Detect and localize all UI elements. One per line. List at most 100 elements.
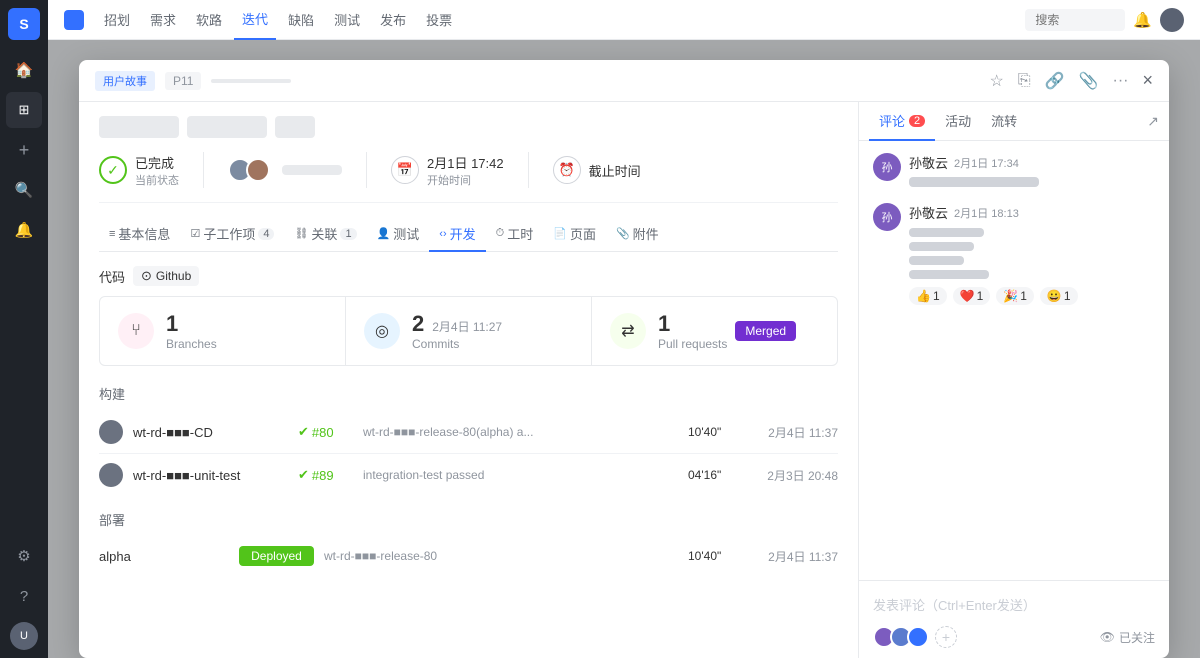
sidebar-item-add[interactable]: + — [6, 132, 42, 168]
tab-sub-tasks[interactable]: ☑ 子工作项 4 — [180, 217, 284, 252]
branch-number: 1 — [166, 311, 217, 337]
comment-count-badge: 2 — [909, 115, 925, 127]
tab-develop[interactable]: ‹› 开发 — [429, 217, 485, 252]
comment-author-1: 孙敬云 — [909, 153, 948, 172]
comment-time-1: 2月1日 17:34 — [954, 155, 1019, 171]
end-time-item: ⏰ 截止时间 — [553, 156, 641, 184]
comment-reactions: 👍1 ❤️1 🎉1 😀1 — [909, 287, 1155, 305]
build-section: 构建 wt-rd-■■■-CD ✔ #80 wt-rd-■■■-release-… — [99, 384, 838, 496]
share-icon[interactable]: ⎘ — [1018, 72, 1031, 90]
github-badge[interactable]: ⊙ Github — [133, 266, 199, 286]
build-time-2: 2月3日 20:48 — [748, 467, 838, 484]
comment-input[interactable]: 发表评论（Ctrl+Enter发送） — [873, 591, 1155, 618]
pr-number: 1 — [658, 311, 670, 336]
tab-basic-info[interactable]: ≡ 基本信息 — [99, 217, 180, 252]
right-tabs: 评论 2 活动 流转 ↗ — [859, 102, 1169, 141]
expand-icon[interactable]: ↗ — [1147, 113, 1159, 130]
status-sublabel: 当前状态 — [135, 172, 179, 188]
content-tabs: ≡ 基本信息 ☑ 子工作项 4 ⛓ 关联 1 👤 — [99, 217, 838, 252]
branch-icon: ⑂ — [118, 313, 154, 349]
start-time-value: 2月1日 17:42 — [427, 153, 504, 172]
topnav-item-ruanlu[interactable]: 软路 — [188, 6, 230, 33]
topnav-item-zhaohua[interactable]: 招划 — [96, 6, 138, 33]
link-icon[interactable]: 🔗 — [1045, 71, 1065, 91]
reaction-smile[interactable]: 😀1 — [1040, 287, 1078, 305]
build-status-1: ✔ #80 — [298, 424, 353, 440]
sidebar-item-help[interactable]: ? — [6, 578, 42, 614]
user-avatar[interactable]: U — [10, 622, 38, 650]
sidebar-item-settings[interactable]: ⚙ — [6, 538, 42, 574]
topnav-item-toupiao[interactable]: 投票 — [418, 6, 460, 33]
build-status-2: ✔ #89 — [298, 467, 353, 483]
tab-hours[interactable]: ⏱ 工时 — [486, 217, 544, 252]
right-tab-activity[interactable]: 活动 — [935, 102, 981, 141]
topnav-item-xuqiu[interactable]: 需求 — [142, 6, 184, 33]
more-icon[interactable]: ··· — [1113, 72, 1129, 90]
build-duration-2: 04'16" — [688, 468, 738, 482]
comment-item-2: 孙 孙敬云 2月1日 18:13 — [873, 203, 1155, 305]
commit-label: Commits — [412, 337, 502, 351]
topnav-item-quexian[interactable]: 缺陷 — [280, 6, 322, 33]
sidebar-item-home[interactable]: 🏠 — [6, 52, 42, 88]
follower-avatars — [873, 626, 929, 648]
commit-meta: 2月4日 11:27 — [432, 318, 502, 335]
status-label: 已完成 — [135, 153, 179, 172]
reaction-party[interactable]: 🎉1 — [996, 287, 1034, 305]
topnav-item-fabu[interactable]: 发布 — [372, 6, 414, 33]
comment-item-1: 孙 孙敬云 2月1日 17:34 — [873, 153, 1155, 187]
star-icon[interactable]: ☆ — [990, 71, 1004, 91]
sidebar-item-notifications[interactable]: 🔔 — [6, 212, 42, 248]
check-icon-1: ✔ — [298, 424, 309, 440]
comment-time-2: 2月1日 18:13 — [954, 205, 1019, 221]
modal-type-badge: 用户故事 — [95, 71, 155, 91]
branch-label: Branches — [166, 337, 217, 351]
tab-page[interactable]: 📄 页面 — [543, 217, 606, 252]
tab-test[interactable]: 👤 测试 — [367, 217, 430, 252]
stat-card-commits[interactable]: ◎ 2 2月4日 11:27 Commits — [346, 297, 592, 365]
comment-text-1 — [909, 177, 1039, 187]
search-input[interactable] — [1025, 9, 1125, 31]
modal-id-suffix — [211, 79, 291, 83]
tab-relations[interactable]: ⛓ 关联 1 — [284, 217, 366, 252]
build-section-title: 构建 — [99, 384, 838, 403]
build-row-2: wt-rd-■■■-unit-test ✔ #89 integration-te… — [99, 454, 838, 496]
status-row: ✓ 已完成 当前状态 — [99, 152, 838, 203]
right-panel: 评论 2 活动 流转 ↗ 孙 — [859, 102, 1169, 658]
merged-badge: Merged — [735, 321, 796, 341]
stat-card-prs[interactable]: ⇄ 1 Pull requests Merged — [592, 297, 837, 365]
comment-avatar-1: 孙 — [873, 153, 901, 181]
deploy-branch-1: wt-rd-■■■-release-80 — [324, 549, 678, 563]
topnav-item-ceshi[interactable]: 测试 — [326, 6, 368, 33]
modal-header: 用户故事 P11 ☆ ⎘ 🔗 📎 ··· × — [79, 60, 1169, 102]
close-icon[interactable]: × — [1142, 70, 1153, 91]
pr-label: Pull requests — [658, 337, 727, 351]
status-icon: ✓ — [99, 156, 127, 184]
build-time-1: 2月4日 11:37 — [748, 424, 838, 441]
eye-icon: 👁 — [1100, 630, 1115, 644]
topnav-item-diedai[interactable]: 迭代 — [234, 0, 276, 40]
sidebar-item-search[interactable]: 🔍 — [6, 172, 42, 208]
right-tab-comments[interactable]: 评论 2 — [869, 102, 935, 141]
modal-body: ✓ 已完成 当前状态 — [79, 102, 1169, 658]
comment-text-2b — [909, 242, 974, 251]
add-follower-button[interactable]: + — [935, 626, 957, 648]
commit-icon: ◎ — [364, 313, 400, 349]
tab-attachments[interactable]: 📎 附件 — [606, 217, 669, 252]
sidebar-item-grid[interactable]: ⊞ — [6, 92, 42, 128]
comment-text-2c — [909, 256, 964, 265]
stat-card-branches[interactable]: ⑂ 1 Branches — [100, 297, 346, 365]
notification-icon[interactable]: 🔔 — [1133, 11, 1152, 29]
right-tab-flow[interactable]: 流转 — [981, 102, 1027, 141]
start-time-item: 📅 2月1日 17:42 开始时间 — [391, 153, 504, 188]
attach-icon[interactable]: 📎 — [1079, 71, 1099, 91]
build-avatar-2 — [99, 463, 123, 487]
comment-author-2: 孙敬云 — [909, 203, 948, 222]
reaction-thumbs-up[interactable]: 👍1 — [909, 287, 947, 305]
deployed-badge-1: Deployed — [239, 546, 314, 566]
user-menu[interactable] — [1160, 8, 1184, 32]
reaction-heart[interactable]: ❤️1 — [953, 287, 991, 305]
pr-icon: ⇄ — [610, 313, 646, 349]
build-name-1: wt-rd-■■■-CD — [133, 425, 288, 440]
follow-button[interactable]: 👁 已关注 — [1100, 629, 1155, 646]
app-icon — [64, 10, 84, 30]
